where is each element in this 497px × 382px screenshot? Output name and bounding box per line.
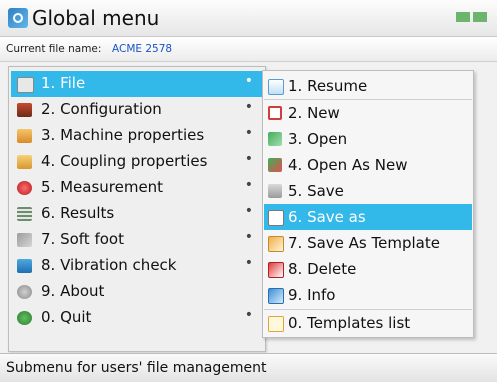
submenu-arrow-icon: • [244,203,253,219]
submenu-item-info[interactable]: 9. Info [264,282,472,308]
submenu-arrow-icon: • [244,151,253,167]
submenu-item-save[interactable]: 5. Save [264,178,472,204]
submenu-item-label: 3. Open [288,130,348,148]
submenu-item-label: 1. Resume [288,77,368,95]
submenu-item-label: 9. Info [288,286,336,304]
submenu-item-label: 7. Save As Template [288,234,440,252]
submenu-arrow-icon: • [244,229,253,245]
submenu-item-open[interactable]: 3. Open [264,126,472,152]
menu-item-file[interactable]: 1. File • [11,71,263,97]
current-file-bar: Current file name: ACME 2578 [0,37,497,62]
menu-item-quit[interactable]: 0. Quit • [11,305,263,331]
signal-icon [473,12,487,22]
results-icon [17,207,32,221]
submenu-arrow-icon: • [244,99,253,115]
submenu-item-label: 8. Delete [288,260,357,278]
app-logo-icon [8,8,28,28]
title-bar: Global menu [0,0,497,37]
menu-item-label: 5. Measurement [41,178,164,196]
file-icon [17,77,34,93]
menu-item-label: 0. Quit [41,308,92,326]
submenu-item-new[interactable]: 2. New [264,100,472,126]
status-bar: Submenu for users' file management [0,353,497,382]
file-submenu: 1. Resume 2. New 3. Open 4. Open As New … [262,70,474,338]
menu-item-label: 4. Coupling properties [41,152,208,170]
current-file-label: Current file name: [6,43,102,55]
about-icon [17,285,32,299]
open-as-new-icon [268,158,282,172]
menu-item-label: 2. Configuration [41,100,162,118]
submenu-item-label: 4. Open As New [288,156,408,174]
battery-icon [456,12,470,22]
submenu-item-delete[interactable]: 8. Delete [264,256,472,282]
menu-item-label: 9. About [41,282,105,300]
templates-list-icon [268,316,284,332]
submenu-item-resume[interactable]: 1. Resume [264,73,472,99]
submenu-item-label: 5. Save [288,182,344,200]
menu-item-results[interactable]: 6. Results • [11,201,263,227]
menu-item-label: 1. File [41,74,86,92]
submenu-item-label: 6. Save as [288,208,366,226]
coupling-properties-icon [17,155,32,169]
submenu-item-label: 0. Templates list [288,314,411,332]
menu-item-soft-foot[interactable]: 7. Soft foot • [11,227,263,253]
menu-item-about[interactable]: 9. About [11,279,263,305]
menu-item-label: 7. Soft foot [41,230,124,248]
submenu-arrow-icon: • [244,73,253,89]
submenu-item-label: 2. New [288,104,340,122]
vibration-check-icon [17,259,32,273]
quit-icon [17,311,32,325]
submenu-item-templates-list[interactable]: 0. Templates list [264,310,472,336]
save-as-template-icon [268,236,284,252]
save-as-icon [268,210,284,226]
info-icon [268,288,284,304]
submenu-arrow-icon: • [244,125,253,141]
submenu-arrow-icon: • [244,307,253,323]
save-icon [268,184,282,198]
soft-foot-icon [17,233,32,247]
configuration-icon [17,103,32,117]
submenu-item-save-as-template[interactable]: 7. Save As Template [264,230,472,256]
menu-item-coupling-properties[interactable]: 4. Coupling properties • [11,149,263,175]
menu-item-measurement[interactable]: 5. Measurement • [11,175,263,201]
submenu-arrow-icon: • [244,177,253,193]
system-status-icons [453,12,487,25]
menu-item-label: 8. Vibration check [41,256,177,274]
menu-item-vibration-check[interactable]: 8. Vibration check • [11,253,263,279]
device-screen: Global menu Current file name: ACME 2578… [0,0,497,382]
current-file-name: ACME 2578 [112,43,173,55]
measurement-icon [17,181,32,195]
menu-item-configuration[interactable]: 2. Configuration • [11,97,263,123]
menu-item-label: 6. Results [41,204,115,222]
machine-properties-icon [17,129,32,143]
window-title: Global menu [32,6,160,30]
resume-icon [268,79,284,95]
global-menu: 1. File • 2. Configuration • 3. Machine … [8,66,266,352]
open-icon [268,132,282,146]
submenu-item-save-as[interactable]: 6. Save as [264,204,472,230]
new-file-icon [268,106,282,120]
menu-item-label: 3. Machine properties [41,126,205,144]
submenu-item-open-as-new[interactable]: 4. Open As New [264,152,472,178]
status-text: Submenu for users' file management [6,360,267,376]
submenu-arrow-icon: • [244,255,253,271]
delete-icon [268,262,284,278]
menu-item-machine-properties[interactable]: 3. Machine properties • [11,123,263,149]
